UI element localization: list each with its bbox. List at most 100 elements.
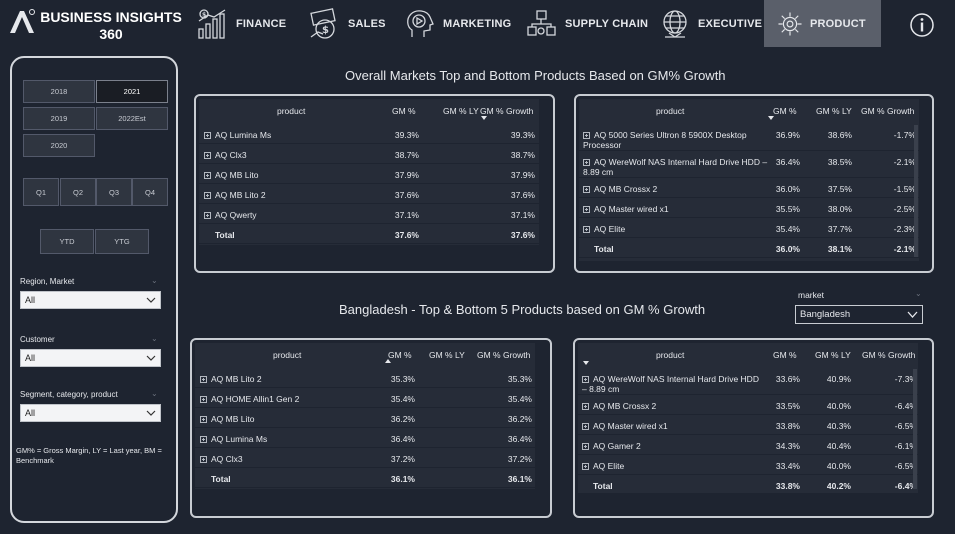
column-header-gm-growth[interactable]: GM % Growth (862, 350, 915, 360)
quarter-q4-button[interactable]: Q4 (132, 178, 168, 206)
quarter-q3-button[interactable]: Q3 (96, 178, 132, 206)
year-2020-button[interactable]: 2020 (23, 134, 95, 157)
year-2018-button[interactable]: 2018 (23, 80, 95, 103)
nav-marketing[interactable]: MARKETING (403, 0, 511, 47)
expand-icon[interactable] (200, 416, 207, 423)
column-header-gm-ly[interactable]: GM % LY (816, 106, 852, 116)
gm-cell: 36.9% (775, 130, 800, 140)
expand-icon[interactable] (582, 423, 589, 430)
table-row[interactable]: AQ WereWolf NAS Internal Hard Drive HDD … (578, 368, 918, 395)
product-cell: AQ MB Lito (204, 170, 384, 180)
column-header-gm-ly[interactable]: GM % LY (443, 106, 479, 116)
column-header-gm[interactable]: GM % (388, 350, 412, 360)
table-row[interactable]: AQ Elite 33.4% 40.0% -6.5% (578, 455, 918, 475)
gm-cell: 37.2% (390, 454, 415, 464)
column-header-gm-growth[interactable]: GM % Growth (480, 106, 533, 116)
table-row[interactable]: AQ MB Lito 37.9% 37.9% (199, 164, 539, 184)
region-market-dropdown[interactable]: All (20, 291, 161, 309)
column-header-gm[interactable]: GM % (392, 106, 416, 116)
table-row[interactable]: AQ Master wired x1 35.5% 38.0% -2.5% (579, 198, 919, 218)
gm-ly-cell: 40.0% (826, 461, 851, 471)
period-ytg-button[interactable]: YTG (95, 229, 149, 254)
expand-icon[interactable] (583, 186, 590, 193)
column-header-gm-growth[interactable]: GM % Growth (861, 106, 914, 116)
quarter-q2-button[interactable]: Q2 (60, 178, 96, 206)
table-row[interactable]: AQ MB Crossx 2 36.0% 37.5% -1.5% (579, 178, 919, 198)
product-name: AQ MB Crossx 2 (594, 184, 658, 194)
column-header-gm[interactable]: GM % (773, 106, 797, 116)
gm-cell: 38.7% (394, 150, 419, 160)
region-market-value: All (25, 295, 36, 305)
expand-icon[interactable] (200, 436, 207, 443)
table-row[interactable]: AQ Gamer 2 34.3% 40.4% -6.1% (578, 435, 918, 455)
expand-icon[interactable] (583, 132, 590, 139)
gm-cell: 34.3% (775, 441, 800, 451)
table-scrollbar[interactable] (914, 125, 918, 257)
table-row[interactable]: AQ Lumina Ms 36.4% 36.4% (195, 428, 535, 448)
product-name: AQ Lumina Ms (215, 130, 272, 140)
nav-product[interactable]: PRODUCT (764, 0, 881, 47)
product-cell: AQ Gamer 2 (582, 441, 762, 451)
nav-sales[interactable]: $ SALES (308, 0, 386, 47)
column-header-product[interactable]: product (656, 350, 684, 360)
table-row[interactable]: AQ Elite 35.4% 37.7% -2.3% (579, 218, 919, 238)
sort-descending-icon[interactable] (768, 116, 774, 120)
expand-icon[interactable] (583, 206, 590, 213)
table-row[interactable]: AQ Master wired x1 33.8% 40.3% -6.5% (578, 415, 918, 435)
column-header-product[interactable]: product (277, 106, 305, 116)
nav-executive[interactable]: EXECUTIVE (658, 0, 762, 47)
expand-icon[interactable] (204, 212, 211, 219)
table-row[interactable]: AQ Clx3 38.7% 38.7% (199, 144, 539, 164)
table-row[interactable]: AQ MB Lito 2 37.6% 37.6% (199, 184, 539, 204)
table-row[interactable]: AQ MB Lito 36.2% 36.2% (195, 408, 535, 428)
expand-icon[interactable] (583, 159, 590, 166)
expand-icon[interactable] (582, 463, 589, 470)
year-2019-button[interactable]: 2019 (23, 107, 95, 130)
expand-icon[interactable] (204, 152, 211, 159)
year-2022est-button[interactable]: 2022Est (96, 107, 168, 130)
table-row[interactable]: AQ Clx3 37.2% 37.2% (195, 448, 535, 468)
quarter-q1-button[interactable]: Q1 (23, 178, 59, 206)
expand-icon[interactable] (200, 376, 207, 383)
chevron-down-icon (146, 355, 156, 361)
info-icon[interactable] (910, 13, 934, 37)
table-row[interactable]: AQ HOME Allin1 Gen 2 35.4% 35.4% (195, 388, 535, 408)
expand-icon[interactable] (583, 226, 590, 233)
segment-dropdown[interactable]: All (20, 404, 161, 422)
period-ytd-button[interactable]: YTD (40, 229, 94, 254)
table-row[interactable]: AQ MB Lito 2 35.3% 35.3% (195, 368, 535, 388)
table-row[interactable]: AQ Lumina Ms 39.3% 39.3% (199, 124, 539, 144)
expand-icon[interactable] (200, 456, 207, 463)
column-header-gm-ly[interactable]: GM % LY (815, 350, 851, 360)
expand-icon[interactable] (582, 443, 589, 450)
customer-dropdown[interactable]: All (20, 349, 161, 367)
sort-ascending-icon[interactable] (385, 359, 391, 363)
column-header-product[interactable]: product (656, 106, 684, 116)
expand-icon[interactable] (204, 132, 211, 139)
expand-icon[interactable] (204, 172, 211, 179)
nav-supply-chain[interactable]: SUPPLY CHAIN (525, 0, 648, 47)
expand-icon[interactable] (582, 403, 589, 410)
column-header-product[interactable]: product (273, 350, 301, 360)
expand-icon[interactable] (204, 192, 211, 199)
nav-finance[interactable]: $ FINANCE (196, 0, 286, 47)
expand-icon[interactable] (200, 396, 207, 403)
product-name: AQ Gamer 2 (593, 441, 641, 451)
product-cell: AQ MB Lito 2 (204, 190, 384, 200)
table-total-row: Total 36.0% 38.1% -2.1% (579, 238, 919, 258)
column-header-gm-ly[interactable]: GM % LY (429, 350, 465, 360)
sort-descending-icon[interactable] (481, 116, 487, 120)
year-2021-button[interactable]: 2021 (96, 80, 168, 103)
sort-descending-icon[interactable] (583, 361, 589, 365)
table-scrollbar[interactable] (913, 369, 917, 489)
column-header-gm[interactable]: GM % (773, 350, 797, 360)
table-row[interactable]: AQ 5000 Series Ultron 8 5900X Desktop Pr… (579, 124, 919, 151)
product-cell: AQ MB Lito 2 (200, 374, 380, 384)
table-row[interactable]: AQ MB Crossx 2 33.5% 40.0% -6.4% (578, 395, 918, 415)
market-dropdown[interactable]: Bangladesh (795, 305, 923, 324)
product-name: AQ WereWolf NAS Internal Hard Drive HDD … (583, 157, 768, 177)
column-header-gm-growth[interactable]: GM % Growth (477, 350, 530, 360)
table-row[interactable]: AQ WereWolf NAS Internal Hard Drive HDD … (579, 151, 919, 178)
expand-icon[interactable] (582, 376, 589, 383)
table-row[interactable]: AQ Qwerty 37.1% 37.1% (199, 204, 539, 224)
